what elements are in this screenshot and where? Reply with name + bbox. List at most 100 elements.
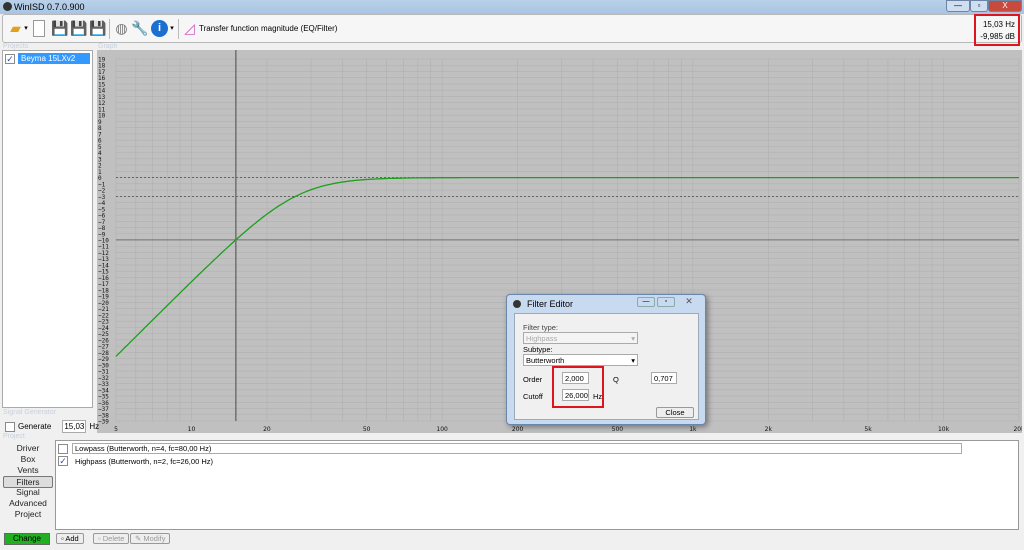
generate-label: Generate — [18, 422, 52, 431]
dialog-app-icon — [513, 300, 521, 308]
y-tick-label: −39 — [98, 419, 109, 426]
filter-label[interactable]: Lowpass (Butterworth, n=4, fc=80,00 Hz) — [72, 443, 962, 454]
x-tick-label: 200 — [512, 426, 524, 433]
y-tick-label: −7 — [98, 219, 106, 226]
x-tick-label: 20 — [263, 426, 271, 433]
signal-generator-label: Signal Generator — [3, 409, 56, 416]
filter-label[interactable]: Highpass (Butterworth, n=2, fc=26,00 Hz) — [72, 457, 216, 466]
filter-checkbox[interactable] — [58, 443, 68, 454]
dialog-minimize-button[interactable]: — — [637, 297, 655, 307]
projects-list: ✓ Beyma 15LXv2 — [2, 50, 93, 408]
y-tick-label: −30 — [98, 362, 109, 369]
toolbar: ▰ ▾ 💾 💾 💾 ◍ 🔧 i ▾ ◿ Transfer function ma… — [2, 14, 1022, 43]
y-tick-label: −21 — [98, 306, 109, 313]
filter-checkbox[interactable]: ✓ — [58, 456, 68, 466]
signal-generator: Generate 15,03 Hz — [5, 420, 99, 433]
y-tick-label: −15 — [98, 269, 109, 276]
y-tick-label: −29 — [98, 356, 109, 363]
title-bar: WinISD 0.7.0.900 — ▫ X — [0, 0, 1024, 14]
y-tick-label: −19 — [98, 294, 109, 301]
generator-unit: Hz — [89, 422, 100, 431]
y-tick-label: −32 — [98, 375, 109, 382]
q-input[interactable]: 0,707 — [651, 372, 677, 384]
y-tick-label: 1 — [98, 169, 102, 176]
y-tick-label: 10 — [98, 113, 106, 120]
y-tick-label: −26 — [98, 337, 109, 344]
y-tick-label: 3 — [98, 156, 102, 163]
wrench-icon[interactable]: 🔧 — [131, 20, 148, 37]
y-tick-label: −8 — [98, 225, 106, 232]
change-button[interactable]: Change — [4, 533, 50, 545]
filter-type-select[interactable]: Highpass ▾ — [523, 332, 638, 344]
y-tick-label: −11 — [98, 244, 109, 251]
filter-editor-dialog: Filter Editor — ▫ ✕ Filter type: Highpas… — [506, 294, 706, 425]
project-checkbox[interactable]: ✓ — [5, 53, 15, 64]
y-tick-label: −12 — [98, 250, 109, 257]
generator-frequency-input[interactable]: 15,03 — [62, 420, 87, 433]
close-dialog-button[interactable]: Close — [656, 407, 694, 418]
info-icon[interactable]: i — [151, 20, 168, 37]
save-as-icon[interactable]: 💾 — [70, 20, 87, 37]
filter-item-highpass[interactable]: ✓ Highpass (Butterworth, n=2, fc=26,00 H… — [58, 456, 216, 466]
y-tick-label: −22 — [98, 312, 109, 319]
project-item[interactable]: ✓ Beyma 15LXv2 — [5, 53, 90, 64]
y-tick-label: −18 — [98, 287, 109, 294]
y-tick-label: 7 — [98, 131, 102, 138]
minimize-button[interactable]: — — [946, 0, 970, 12]
y-tick-label: −24 — [98, 325, 109, 332]
readout-frequency: 15,03 Hz — [982, 20, 1015, 29]
driver-icon[interactable]: ◍ — [113, 20, 130, 37]
y-tick-label: −27 — [98, 344, 109, 351]
chevron-down-icon: ▾ — [631, 356, 635, 365]
subtype-label: Subtype: — [523, 345, 553, 354]
order-label: Order — [523, 375, 543, 384]
open-folder-icon[interactable]: ▰ — [7, 20, 24, 37]
dropdown-arrow-icon[interactable]: ▾ — [169, 20, 175, 37]
readout-level: -9,985 dB — [980, 32, 1015, 41]
delete-label: Delete — [102, 534, 125, 543]
project-nav-advanced[interactable]: Advanced — [3, 498, 53, 508]
y-tick-label: 9 — [98, 119, 102, 126]
maximize-button[interactable]: ▫ — [970, 0, 988, 12]
graph-type-icon[interactable]: ◿ — [181, 20, 198, 37]
project-name[interactable]: Beyma 15LXv2 — [18, 53, 90, 64]
y-tick-label: 15 — [98, 81, 106, 88]
y-tick-label: −9 — [98, 231, 106, 238]
y-tick-label: −5 — [98, 206, 106, 213]
y-tick-label: 6 — [98, 138, 102, 145]
delete-filter-button[interactable]: ▫ Delete — [93, 533, 130, 544]
x-tick-label: 50 — [363, 426, 371, 433]
close-button[interactable]: X — [988, 0, 1022, 12]
dropdown-arrow-icon[interactable]: ▾ — [23, 20, 29, 37]
cutoff-label: Cutoff — [523, 392, 543, 401]
graph-type-label[interactable]: Transfer function magnitude (EQ/Filter) — [199, 24, 337, 33]
save-all-icon[interactable]: 💾 — [89, 20, 106, 37]
project-nav-signal[interactable]: Signal — [3, 487, 53, 497]
chevron-down-icon: ▾ — [631, 334, 635, 343]
project-nav-label: Project — [3, 433, 25, 440]
new-project-icon[interactable] — [33, 20, 45, 37]
y-tick-label: −16 — [98, 275, 109, 282]
q-label: Q — [613, 375, 619, 384]
project-nav-driver[interactable]: Driver — [3, 443, 53, 453]
dialog-close-icon[interactable]: ✕ — [679, 296, 699, 307]
projects-label: Projects — [3, 43, 29, 50]
add-filter-button[interactable]: ▫ Add — [56, 533, 84, 544]
generate-checkbox[interactable] — [5, 421, 15, 432]
y-tick-label: 17 — [98, 69, 106, 76]
y-tick-label: −14 — [98, 262, 109, 269]
project-nav-project[interactable]: Project — [3, 509, 53, 519]
y-tick-label: −35 — [98, 394, 109, 401]
y-tick-label: −31 — [98, 369, 109, 376]
save-icon[interactable]: 💾 — [51, 20, 68, 37]
modify-filter-button[interactable]: ✎ Modify — [130, 533, 171, 544]
y-tick-label: −28 — [98, 350, 109, 357]
project-nav-vents[interactable]: Vents — [3, 465, 53, 475]
x-tick-label: 20k — [1013, 426, 1022, 433]
filter-item-lowpass[interactable]: Lowpass (Butterworth, n=4, fc=80,00 Hz) — [58, 443, 962, 454]
y-tick-label: 16 — [98, 75, 106, 82]
dialog-maximize-button[interactable]: ▫ — [657, 297, 675, 307]
subtype-select[interactable]: Butterworth ▾ — [523, 354, 638, 366]
y-tick-label: −38 — [98, 412, 109, 419]
project-nav-box[interactable]: Box — [3, 454, 53, 464]
